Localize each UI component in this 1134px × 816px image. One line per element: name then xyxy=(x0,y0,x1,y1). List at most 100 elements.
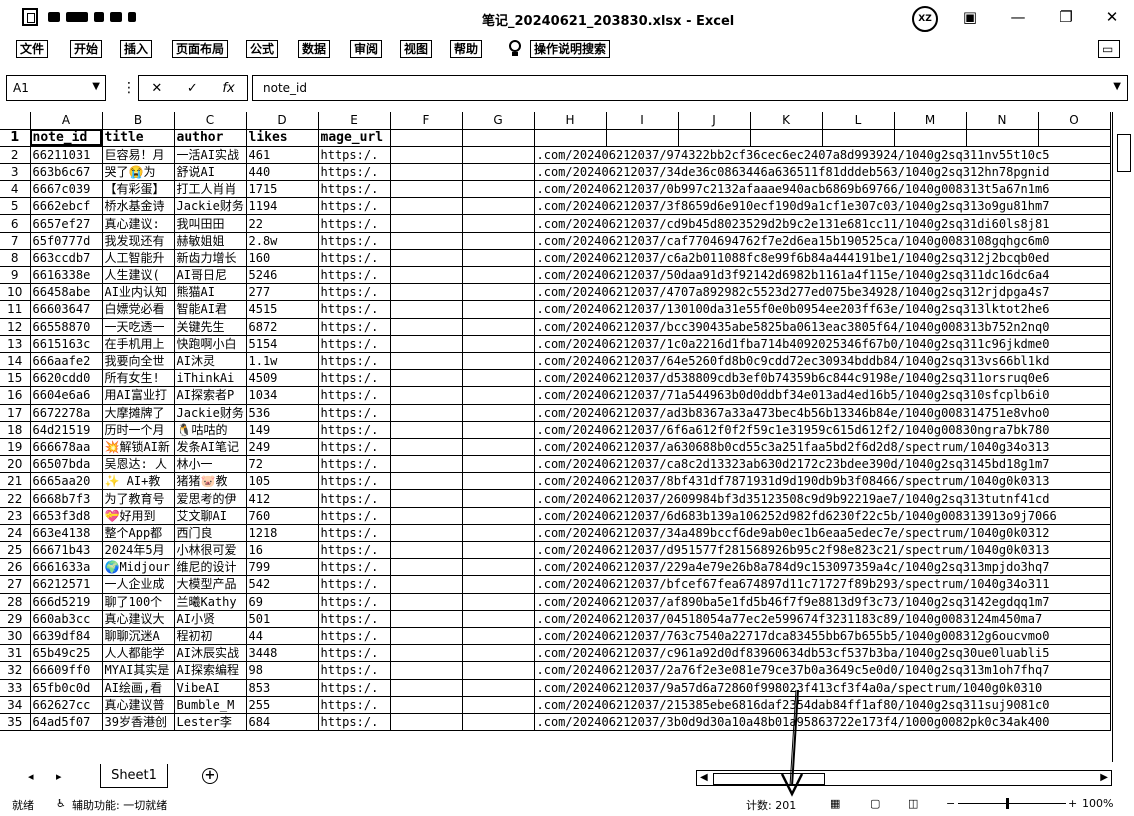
column-header[interactable]: M xyxy=(894,112,967,130)
cell[interactable]: 💝好用到 xyxy=(102,507,175,525)
cell[interactable]: 程初初 xyxy=(174,627,247,646)
cell[interactable]: https:/. xyxy=(318,610,391,628)
cell[interactable]: 🐧咕咕的 xyxy=(174,421,247,439)
cell[interactable]: .com/202406212037/34a489bccf6de9ab0ec1b6… xyxy=(534,524,1111,543)
cell[interactable]: 哭了😭为 xyxy=(102,163,175,182)
cell[interactable] xyxy=(462,197,535,216)
cell[interactable]: .com/202406212037/763c7540a22717dca83455… xyxy=(534,627,1111,646)
cell[interactable] xyxy=(462,524,535,543)
cell[interactable]: 760 xyxy=(246,507,319,525)
cell[interactable]: .com/202406212037/cd9b45d8023529d2b9c2e1… xyxy=(534,214,1111,233)
cell[interactable]: https:/. xyxy=(318,644,391,663)
row-header[interactable]: 28 xyxy=(0,593,31,611)
cell[interactable]: 663e4138 xyxy=(30,524,103,543)
row-header[interactable]: 8 xyxy=(0,249,31,268)
cell[interactable]: 65b49c25 xyxy=(30,644,103,663)
cell[interactable]: 666aafe2 xyxy=(30,352,103,371)
cell[interactable]: 666678aa xyxy=(30,438,103,457)
row-header[interactable]: 35 xyxy=(0,713,31,732)
column-header[interactable]: G xyxy=(462,112,535,130)
column-header[interactable]: B xyxy=(102,112,175,130)
cell[interactable]: 65fb0c0d xyxy=(30,679,103,697)
cell[interactable]: 艾文聊AI xyxy=(174,507,247,525)
cell[interactable]: .com/202406212037/a630688b0cd55c3a251faa… xyxy=(534,438,1111,457)
cell[interactable]: iThinkAi xyxy=(174,369,247,388)
cell[interactable]: .com/202406212037/130100da31e55f0e0b0954… xyxy=(534,300,1111,319)
cell[interactable] xyxy=(606,129,679,147)
cell[interactable]: 6615163c xyxy=(30,335,103,353)
cell[interactable]: .com/202406212037/ad3b8367a33a473bec4b56… xyxy=(534,404,1111,422)
column-header[interactable]: H xyxy=(534,112,607,130)
cell[interactable]: 一人企业成 xyxy=(102,575,175,594)
cell[interactable]: https:/. xyxy=(318,575,391,594)
tab-view[interactable]: 视图 xyxy=(400,40,433,58)
row-header[interactable]: 3 xyxy=(0,163,31,182)
cell[interactable]: https:/. xyxy=(318,266,391,285)
accessibility-status[interactable]: 辅助功能: 一切就绪 xyxy=(72,797,167,813)
row-header[interactable]: 19 xyxy=(0,438,31,457)
cell[interactable]: https:/. xyxy=(318,472,391,491)
cell[interactable]: 66507bda xyxy=(30,455,103,474)
column-header[interactable]: J xyxy=(678,112,751,130)
cell[interactable]: AI小贤 xyxy=(174,610,247,628)
save-icon[interactable] xyxy=(66,12,88,22)
row-header[interactable]: 11 xyxy=(0,300,31,319)
cell[interactable]: 快跑啊小白 xyxy=(174,335,247,353)
cell[interactable]: .com/202406212037/71a544963b0d0ddbf34e01… xyxy=(534,386,1111,405)
cell[interactable]: ✨ AI+教 xyxy=(102,472,175,491)
prev-sheet-icon[interactable]: ◂ xyxy=(28,770,34,783)
cell[interactable] xyxy=(390,679,463,697)
cell[interactable]: .com/202406212037/1c0a2216d1fba714b40920… xyxy=(534,335,1111,353)
cell[interactable] xyxy=(390,335,463,353)
cell[interactable]: 赫敏姐姐 xyxy=(174,232,247,250)
cell[interactable]: 用AI富业打 xyxy=(102,386,175,405)
cell[interactable]: 22 xyxy=(246,214,319,233)
cell[interactable] xyxy=(462,421,535,439)
user-avatar[interactable]: XZ xyxy=(912,6,938,32)
cell[interactable]: 所有女生! xyxy=(102,369,175,388)
expand-formula-icon[interactable]: ▼ xyxy=(1113,81,1121,92)
cell[interactable]: https:/. xyxy=(318,352,391,371)
cell[interactable]: https:/. xyxy=(318,146,391,164)
cell[interactable]: 799 xyxy=(246,558,319,577)
cell[interactable]: mage_url xyxy=(318,129,391,147)
cell[interactable] xyxy=(462,214,535,233)
cell[interactable]: .com/202406212037/229a4e79e26b8a784d9c15… xyxy=(534,558,1111,577)
cell[interactable]: 猪猪🐷教 xyxy=(174,472,247,491)
cell[interactable]: 小林很可爱 xyxy=(174,541,247,560)
cell[interactable]: 412 xyxy=(246,489,319,508)
cell[interactable] xyxy=(462,610,535,628)
column-header[interactable]: F xyxy=(390,112,463,130)
cell[interactable]: 6661633a xyxy=(30,558,103,577)
cell[interactable] xyxy=(462,283,535,302)
zoom-level[interactable]: 100% xyxy=(1082,797,1113,810)
cell[interactable]: 277 xyxy=(246,283,319,302)
cell[interactable]: https:/. xyxy=(318,713,391,732)
cell[interactable]: 6639df84 xyxy=(30,627,103,646)
zoom-slider[interactable] xyxy=(958,798,1066,809)
cell[interactable]: 440 xyxy=(246,163,319,182)
zoom-slider-knob[interactable] xyxy=(1006,798,1009,809)
cell[interactable] xyxy=(390,421,463,439)
cell[interactable] xyxy=(462,163,535,182)
undo-icon[interactable] xyxy=(94,12,104,22)
cell[interactable]: 人生建议( xyxy=(102,266,175,285)
row-header[interactable]: 22 xyxy=(0,489,31,508)
row-header[interactable]: 5 xyxy=(0,197,31,216)
cell[interactable]: 66558870 xyxy=(30,318,103,336)
cell[interactable] xyxy=(390,266,463,285)
cell[interactable]: 663ccdb7 xyxy=(30,249,103,268)
page-break-view-icon[interactable]: ◫ xyxy=(908,797,918,810)
quick-access-toolbar[interactable] xyxy=(48,10,138,24)
cell[interactable]: 桥水基金诗 xyxy=(102,197,175,216)
row-header[interactable]: 1 xyxy=(0,129,31,147)
cell[interactable]: 1715 xyxy=(246,180,319,199)
cell[interactable]: https:/. xyxy=(318,455,391,474)
cell[interactable]: .com/202406212037/215385ebe6816daf2354da… xyxy=(534,696,1111,714)
cell[interactable] xyxy=(390,558,463,577)
cell[interactable]: .com/202406212037/4707a892982c5523d277ed… xyxy=(534,283,1111,302)
cell[interactable] xyxy=(390,300,463,319)
cell[interactable]: https:/. xyxy=(318,249,391,268)
cell[interactable]: MYAI其实是 xyxy=(102,661,175,680)
cell[interactable] xyxy=(462,404,535,422)
